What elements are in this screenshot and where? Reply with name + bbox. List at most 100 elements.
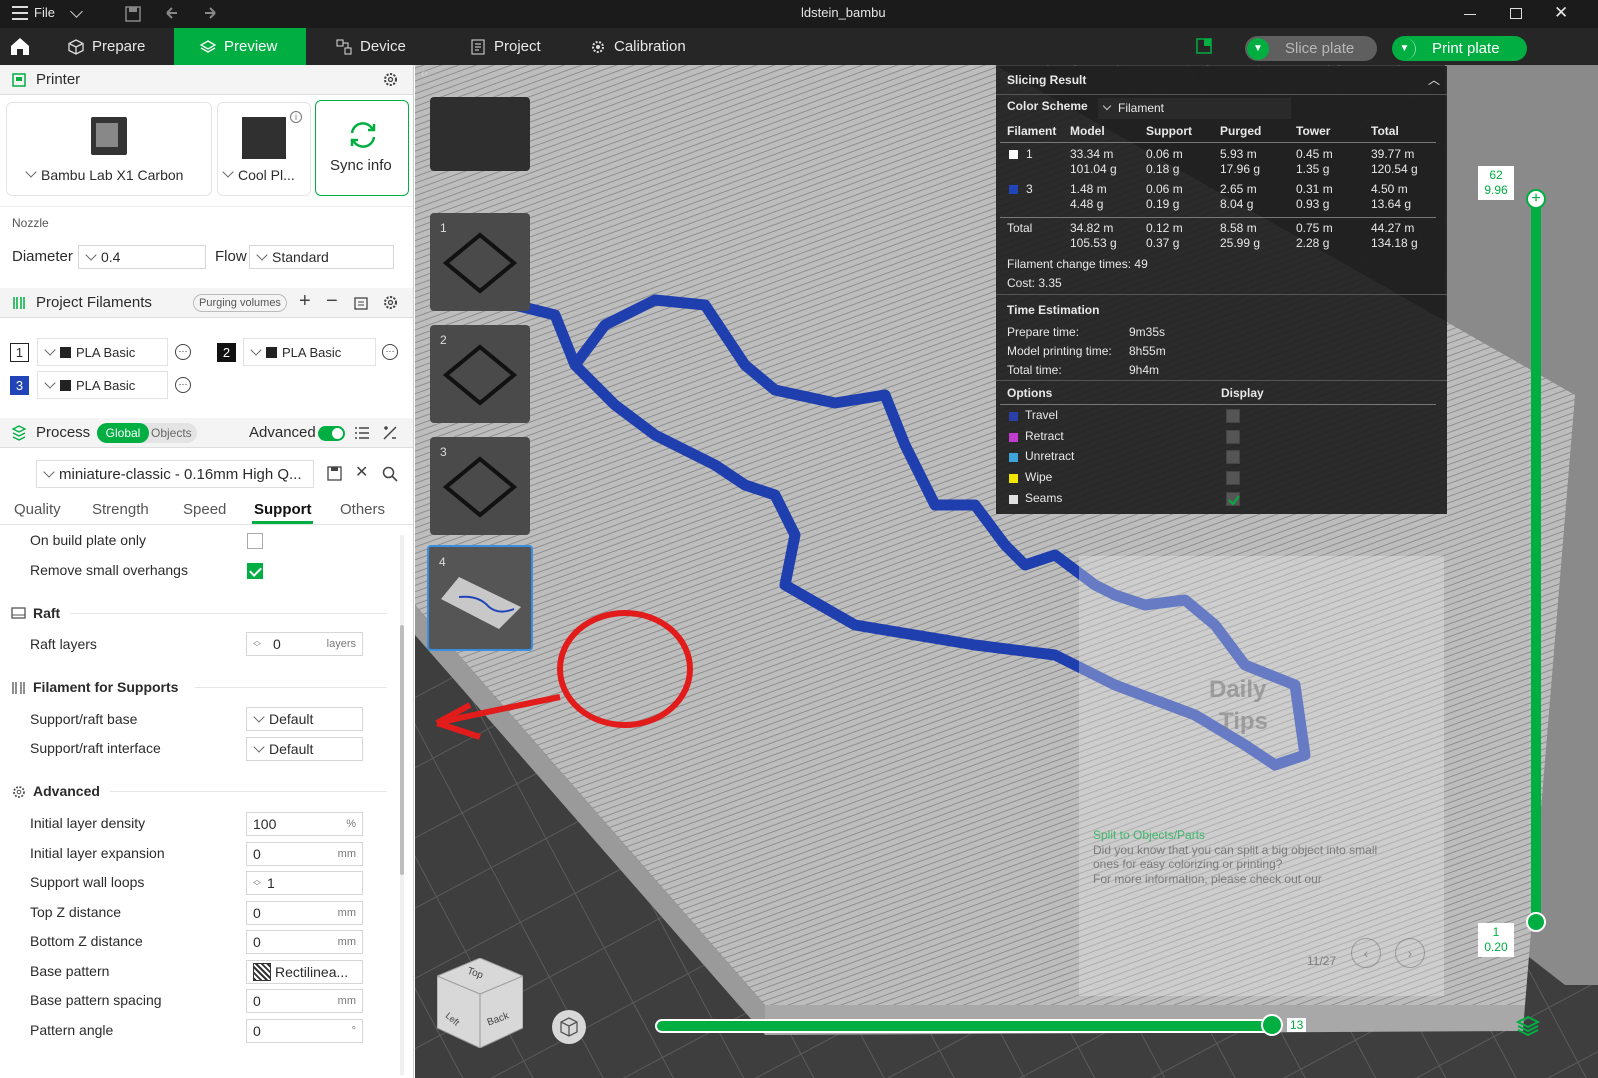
view-orientation-button[interactable]: [552, 1010, 586, 1044]
stepper-icon[interactable]: ︿ ﹀: [253, 637, 267, 652]
more-icon[interactable]: ···: [382, 344, 398, 360]
more-icon[interactable]: ···: [175, 377, 191, 393]
search-icon[interactable]: [382, 466, 398, 482]
color-scheme-select[interactable]: Filament: [1098, 98, 1291, 119]
tip-previous-button[interactable]: ‹: [1351, 938, 1381, 968]
tab-others[interactable]: Others: [340, 501, 385, 518]
flow-select[interactable]: Standard: [249, 245, 394, 269]
tab-prepare[interactable]: Prepare: [62, 28, 172, 65]
minimize-icon[interactable]: [1464, 14, 1476, 15]
plate-card[interactable]: i Cool Pl...: [217, 102, 311, 196]
tab-preview[interactable]: Preview: [174, 28, 306, 65]
list-icon[interactable]: [354, 426, 370, 440]
tip-next-button[interactable]: ›: [1395, 938, 1425, 968]
setting-input[interactable]: ︿ ﹀ 1: [246, 871, 363, 895]
tab-strength[interactable]: Strength: [92, 501, 149, 518]
scrollbar-thumb[interactable]: [400, 625, 404, 875]
layout-icon[interactable]: [1196, 38, 1212, 54]
collapse-icon[interactable]: ︿: [1428, 71, 1440, 88]
chevron-down-icon[interactable]: ▼: [1394, 37, 1416, 60]
save-icon[interactable]: [124, 5, 142, 23]
redo-icon[interactable]: [201, 5, 219, 23]
on-build-plate-only-checkbox[interactable]: [247, 533, 263, 549]
save-preset-icon[interactable]: [327, 466, 342, 481]
add-filament-icon[interactable]: +: [299, 290, 311, 313]
layers-icon[interactable]: [1516, 1015, 1540, 1037]
home-icon[interactable]: [9, 35, 31, 57]
plate-thumbnail-0[interactable]: [430, 97, 530, 171]
compare-icon[interactable]: [382, 425, 398, 441]
filament-2-select[interactable]: PLA Basic: [243, 338, 376, 366]
filament-3-select[interactable]: PLA Basic: [37, 371, 168, 399]
slice-plate-button[interactable]: ▼ Slice plate: [1245, 36, 1377, 61]
layer-slider[interactable]: [1531, 199, 1541, 926]
sync-info-button[interactable]: Sync info: [315, 100, 409, 196]
layers-icon: [200, 39, 216, 53]
scrollbar-track[interactable]: [400, 535, 404, 1075]
setting-input[interactable]: 0 °: [246, 1018, 363, 1043]
support-interface-select[interactable]: Default: [246, 737, 363, 761]
move-slider[interactable]: [655, 1019, 1281, 1033]
plate-thumbnail-1[interactable]: 1: [430, 213, 530, 311]
collapse-icon[interactable]: ‹›: [421, 68, 435, 86]
remove-small-overhangs-checkbox[interactable]: [247, 563, 263, 579]
setting-input[interactable]: 0 mm: [246, 841, 363, 866]
stepper-icon[interactable]: ︿ ﹀: [253, 876, 267, 891]
gear-icon[interactable]: [382, 71, 399, 88]
remove-filament-icon[interactable]: −: [326, 290, 338, 313]
undo-icon[interactable]: [163, 5, 181, 23]
process-preset-select[interactable]: miniature-classic - 0.16mm High Q...: [36, 460, 314, 488]
layer-slider-bottom-handle[interactable]: [1526, 912, 1546, 932]
filament-1-badge[interactable]: 1: [10, 343, 29, 362]
global-toggle[interactable]: Global: [97, 423, 149, 443]
setting-input[interactable]: Rectilinea...: [246, 959, 363, 984]
raft-layers-input[interactable]: ︿ ﹀ 0 layers: [246, 632, 363, 656]
raft-header: Raft: [33, 605, 61, 621]
filament-1-select[interactable]: PLA Basic: [37, 338, 168, 366]
gear-icon[interactable]: [382, 294, 399, 311]
plate-thumbnail-2[interactable]: 2: [430, 325, 530, 423]
support-base-select[interactable]: Default: [246, 707, 363, 731]
setting-input[interactable]: 100%: [246, 812, 363, 836]
print-plate-button[interactable]: ▼ Print plate: [1392, 36, 1527, 61]
setting-value: 0: [253, 1022, 261, 1039]
global-objects-toggle[interactable]: Global Objects: [97, 423, 197, 443]
chevron-down-icon[interactable]: [70, 5, 83, 18]
objects-toggle[interactable]: Objects: [151, 423, 192, 443]
more-icon[interactable]: ···: [175, 344, 191, 360]
tab-speed[interactable]: Speed: [183, 501, 226, 518]
setting-input[interactable]: 0 mm: [246, 989, 363, 1013]
diameter-select[interactable]: 0.4: [78, 245, 206, 269]
tab-support[interactable]: Support: [254, 501, 312, 518]
filament-3-badge[interactable]: 3: [10, 376, 29, 395]
option-display-checkbox[interactable]: [1226, 471, 1240, 486]
layer-slider-top-handle[interactable]: +: [1526, 189, 1546, 209]
plate-thumbnail-3[interactable]: 3: [430, 437, 530, 535]
close-icon[interactable]: ✕: [1554, 3, 1568, 23]
option-display-checkbox[interactable]: [1226, 409, 1240, 423]
purging-volumes-button[interactable]: Purging volumes: [193, 294, 287, 312]
option-display-checkbox[interactable]: [1226, 429, 1240, 444]
option-display-checkbox[interactable]: [1226, 450, 1240, 465]
hamburger-menu-icon[interactable]: [12, 6, 28, 20]
filament-2-badge[interactable]: 2: [217, 343, 236, 362]
setting-input[interactable]: 0 mm: [246, 900, 363, 925]
maximize-icon[interactable]: [1510, 8, 1522, 19]
plate-thumbnail-4[interactable]: 4: [427, 545, 533, 651]
tab-calibration[interactable]: Calibration: [590, 28, 710, 65]
tab-device[interactable]: Device: [336, 28, 446, 65]
close-icon[interactable]: ✕: [355, 462, 368, 482]
option-display-checkbox[interactable]: [1226, 491, 1240, 506]
info-icon[interactable]: i: [290, 111, 302, 123]
daily-tips-panel[interactable]: Daily Tips Split to Objects/Parts Did yo…: [1079, 556, 1444, 996]
tab-project[interactable]: Project: [470, 28, 580, 65]
printer-card[interactable]: Bambu Lab X1 Carbon: [6, 102, 212, 196]
chevron-down-icon[interactable]: ▼: [1247, 37, 1269, 60]
file-menu[interactable]: File: [34, 5, 55, 20]
tab-quality[interactable]: Quality: [14, 501, 61, 518]
advanced-toggle[interactable]: [318, 426, 345, 441]
move-slider-handle[interactable]: [1261, 1014, 1283, 1036]
view-cube[interactable]: Top Back Left: [436, 957, 524, 1049]
setting-input[interactable]: 0 mm: [246, 930, 363, 954]
edit-filaments-icon[interactable]: [353, 295, 369, 311]
